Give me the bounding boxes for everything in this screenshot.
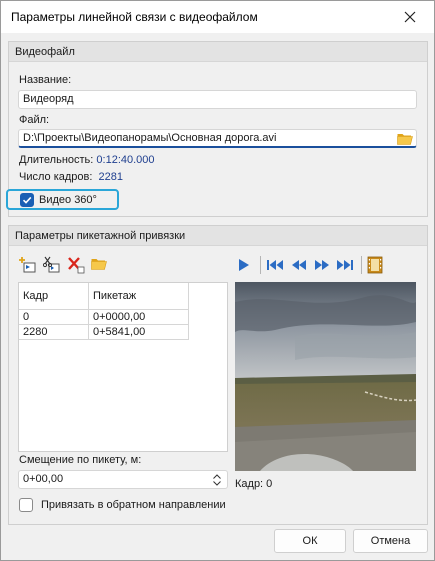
delete-icon [68,257,85,274]
video360-label[interactable]: Видео 360° [39,194,97,206]
title-bar: Параметры линейной связи с видеофайлом [1,1,434,33]
video-file-group-title: Видеофайл [9,42,427,62]
keyframe-table[interactable]: Кадр Пикетаж 0 0+0000,00 2280 0+5841,00 [18,282,228,452]
column-header-frame[interactable]: Кадр [19,283,89,310]
folder-icon [397,134,413,145]
reverse-direction-checkbox[interactable] [19,498,33,512]
offset-value[interactable]: 0+00,00 [23,473,63,485]
scissors-frame-icon [42,256,60,273]
offset-spinbox[interactable]: 0+00,00 [18,470,228,489]
open-folder-button[interactable] [91,257,109,275]
frames-row: Число кадров: 2281 [19,171,123,183]
toolbar-divider [361,256,362,274]
table-row-2-picket[interactable]: 0+5841,00 [89,325,189,340]
folder-icon [91,259,107,270]
cut-keyframe-button[interactable] [42,256,61,274]
spin-arrows-icon[interactable] [212,473,222,487]
add-keyframe-button[interactable] [19,256,37,274]
go-to-start-button[interactable] [266,257,284,275]
dialog-window: Параметры линейной связи с видеофайлом В… [0,0,435,561]
close-button[interactable] [399,7,421,27]
close-icon [404,11,416,23]
offset-label: Смещение по пикету, м: [19,454,142,466]
frames-label: Число кадров: [19,171,93,183]
browse-file-button[interactable] [397,132,413,146]
delete-keyframe-button[interactable] [67,256,85,274]
ok-button[interactable]: ОК [274,529,346,553]
play-button[interactable] [236,257,254,275]
name-input[interactable]: Видеоряд [18,90,417,109]
picket-group-title: Параметры пикетажной привязки [9,226,427,246]
film-strip-icon [367,256,383,274]
file-path-input[interactable]: D:\Проекты\Видеопанорамы\Основная дорога… [18,129,417,148]
column-header-picket[interactable]: Пикетаж [89,283,189,310]
name-label: Название: [19,74,72,86]
frames-value: 2281 [98,171,123,183]
duration-label: Длительность: [19,154,94,166]
play-icon [239,259,249,271]
table-row-1-frame[interactable]: 0 [19,310,89,325]
video-preview[interactable] [235,282,416,471]
fast-forward-icon [315,260,329,270]
go-to-end-button[interactable] [336,257,354,275]
file-label: Файл: [19,114,50,126]
video360-checkbox[interactable] [20,193,34,207]
fast-forward-button[interactable] [313,257,331,275]
skip-to-end-icon [337,260,353,270]
film-frame-button[interactable] [367,256,385,274]
checkmark-icon [22,196,32,204]
rewind-icon [292,260,306,270]
rewind-button[interactable] [290,257,308,275]
reverse-direction-label[interactable]: Привязать в обратном направлении [41,499,226,511]
table-row-1-picket[interactable]: 0+0000,00 [89,310,189,325]
duration-value: 0:12:40.000 [96,154,155,166]
window-title: Параметры линейной связи с видеофайлом [11,10,258,24]
video-frame-image [235,282,416,471]
cancel-button[interactable]: Отмена [353,529,428,553]
video360-checkbox-focus[interactable]: Видео 360° [6,189,119,210]
skip-to-start-icon [267,260,283,270]
toolbar-divider [260,256,261,274]
frame-counter: Кадр: 0 [235,478,273,490]
add-frame-icon [19,257,36,273]
duration-row: Длительность: 0:12:40.000 [19,154,155,166]
table-row-2-frame[interactable]: 2280 [19,325,89,340]
